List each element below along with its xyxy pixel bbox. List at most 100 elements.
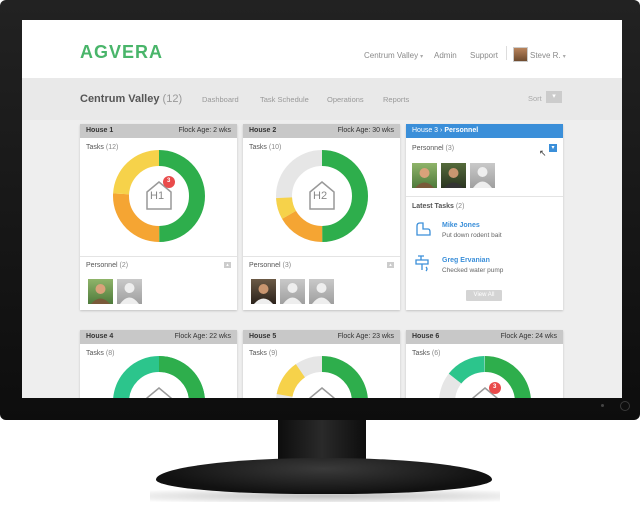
tab-operations[interactable]: Operations — [327, 95, 364, 104]
chevron-down-icon: ▾ — [420, 54, 424, 60]
house-card-1[interactable]: House 1 Flock Age: 2 wks Tasks (12) H1 3… — [80, 124, 237, 310]
card-header: House 2 Flock Age: 30 wks — [243, 124, 400, 138]
rodent-icon — [416, 222, 431, 236]
personnel-label: Personnel (2) — [86, 262, 128, 269]
latest-tasks-title: Latest Tasks — [412, 203, 454, 210]
personnel-title: Personnel — [249, 262, 281, 269]
flock-age: Flock Age: 30 wks — [337, 127, 394, 134]
personnel-label: Personnel (3) — [412, 145, 454, 152]
house-name: House 1 — [86, 127, 114, 134]
farm-selector[interactable]: Centrum Valley ▾ — [364, 51, 423, 60]
house-name: House 6 — [412, 333, 440, 340]
top-bar: AGVERA Centrum Valley ▾ Admin Support Ste… — [22, 20, 622, 78]
tasks-donut-chart[interactable] — [435, 352, 535, 398]
breadcrumb-section: Personnel — [444, 127, 479, 134]
task-assignee[interactable]: Greg Ervanian — [442, 257, 490, 264]
task-assignee[interactable]: Mike Jones — [442, 222, 480, 229]
house-name: House 5 — [249, 333, 277, 340]
avatar[interactable] — [88, 279, 113, 304]
avatar[interactable] — [441, 163, 466, 188]
collapse-button[interactable]: ▾ — [549, 144, 557, 152]
avatar[interactable] — [251, 279, 276, 304]
tasks-title: Tasks — [249, 144, 267, 151]
screen: AGVERA Centrum Valley ▾ Admin Support Ste… — [22, 20, 622, 398]
latest-tasks-count: (2) — [455, 203, 465, 210]
house-code: H1 — [150, 190, 165, 202]
card-header: House 4 Flock Age: 22 wks — [80, 330, 237, 344]
collapse-button[interactable]: ▴ — [387, 262, 394, 268]
user-name: Steve R. — [530, 51, 561, 60]
chevron-down-icon: ▾ — [562, 54, 566, 60]
sort-label: Sort — [528, 94, 542, 103]
card-header: House 6 Flock Age: 24 wks — [406, 330, 563, 344]
badge-count: 3 — [167, 178, 171, 184]
flock-age: Flock Age: 23 wks — [337, 333, 394, 340]
farm-name: Centrum Valley — [80, 93, 160, 105]
chevron-down-icon: ▾ — [552, 93, 556, 100]
user-menu[interactable]: Steve R. ▾ — [530, 51, 566, 60]
divider — [406, 196, 563, 197]
personnel-title: Personnel — [412, 145, 444, 152]
breadcrumb[interactable]: House 3 › Personnel — [412, 127, 478, 134]
farm-selector-label: Centrum Valley — [364, 51, 419, 60]
personnel-label: Personnel (3) — [249, 262, 291, 269]
page-title: Centrum Valley (12) — [80, 93, 182, 105]
card-header: House 1 Flock Age: 2 wks — [80, 124, 237, 138]
tab-reports[interactable]: Reports — [383, 95, 409, 104]
divider — [243, 256, 400, 257]
house-icon — [309, 387, 335, 398]
brand-logo[interactable]: AGVERA — [80, 42, 163, 63]
breadcrumb-house[interactable]: House 3 — [412, 127, 438, 134]
tasks-donut-chart[interactable] — [109, 352, 209, 398]
power-icon[interactable] — [620, 401, 630, 411]
tasks-title: Tasks — [86, 144, 104, 151]
task-description: Put down rodent bait — [442, 232, 502, 239]
view-all-button[interactable]: View All — [466, 290, 502, 301]
house-code: H2 — [313, 190, 328, 202]
sub-header: Centrum Valley (12) Dashboard Task Sched… — [22, 78, 622, 120]
stand-shadow — [150, 490, 500, 502]
avatar[interactable] — [309, 279, 334, 304]
avatar[interactable] — [280, 279, 305, 304]
personnel-count: (3) — [445, 145, 455, 152]
task-description: Checked water pump — [442, 267, 504, 274]
personnel-title: Personnel — [86, 262, 118, 269]
house-card-4[interactable]: House 4 Flock Age: 22 wks Tasks (8) — [80, 330, 237, 398]
mouse-cursor-icon: ↖ — [539, 148, 547, 158]
status-led — [601, 404, 604, 407]
tasks-donut-chart[interactable] — [272, 352, 372, 398]
card-header: House 3 › Personnel — [406, 124, 563, 138]
tasks-title: Tasks — [249, 350, 267, 357]
tab-task-schedule[interactable]: Task Schedule — [260, 95, 309, 104]
card-header: House 5 Flock Age: 23 wks — [243, 330, 400, 344]
house-card-6[interactable]: House 6 Flock Age: 24 wks Tasks (6) 3 — [406, 330, 563, 398]
house-count: (12) — [162, 93, 183, 105]
chevron-right-icon: › — [440, 127, 443, 134]
tab-dashboard[interactable]: Dashboard — [202, 95, 239, 104]
collapse-button[interactable]: ▴ — [224, 262, 231, 268]
nav-divider — [506, 46, 507, 60]
tasks-title: Tasks — [86, 350, 104, 357]
house-card-2[interactable]: House 2 Flock Age: 30 wks Tasks (10) H2 … — [243, 124, 400, 310]
sort-dropdown[interactable]: ▾ — [546, 91, 562, 103]
house-icon — [146, 387, 172, 398]
flock-age: Flock Age: 24 wks — [500, 333, 557, 340]
house-card-3[interactable]: House 3 › Personnel Personnel (3) ▾ ↖ La… — [406, 124, 563, 310]
house-name: House 4 — [86, 333, 114, 340]
house-card-5[interactable]: House 5 Flock Age: 23 wks Tasks (9) — [243, 330, 400, 398]
avatar[interactable] — [117, 279, 142, 304]
water-pump-icon — [415, 255, 429, 272]
divider — [80, 256, 237, 257]
monitor-bezel: AGVERA Centrum Valley ▾ Admin Support Ste… — [0, 0, 640, 420]
support-link[interactable]: Support — [470, 51, 498, 60]
house-name: House 2 — [249, 127, 277, 134]
badge-count: 3 — [493, 384, 497, 390]
latest-tasks-label: Latest Tasks (2) — [412, 203, 464, 210]
user-avatar[interactable] — [513, 47, 528, 62]
personnel-count: (2) — [119, 262, 129, 269]
avatar[interactable] — [470, 163, 495, 188]
admin-link[interactable]: Admin — [434, 51, 457, 60]
flock-age: Flock Age: 22 wks — [174, 333, 231, 340]
avatar[interactable] — [412, 163, 437, 188]
flock-age: Flock Age: 2 wks — [178, 127, 231, 134]
